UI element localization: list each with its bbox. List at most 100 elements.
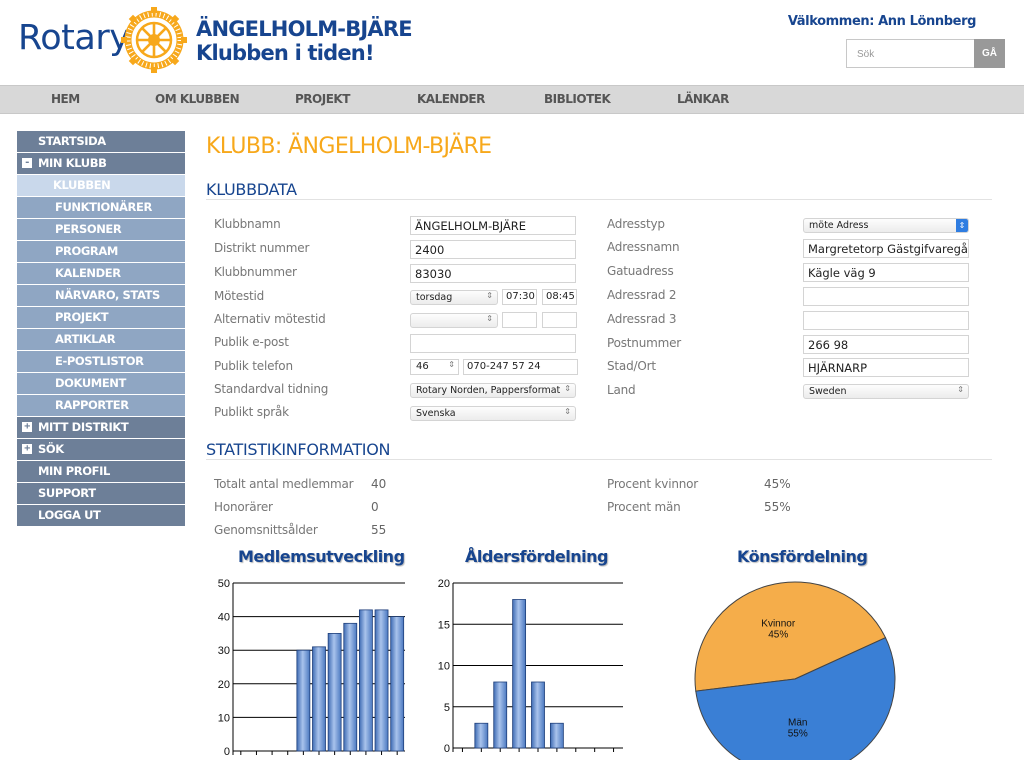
collapse-icon[interactable]: - <box>22 158 32 168</box>
sidebar-item-min-klubb[interactable]: - MIN KLUBB <box>17 153 185 174</box>
y-tick-label: 5 <box>444 702 450 714</box>
postnummer-field[interactable]: 266 98 <box>803 335 969 354</box>
y-tick-label: 0 <box>444 743 450 755</box>
rotary-wheel-icon[interactable] <box>121 7 187 73</box>
label-adressrad3: Adressrad 3 <box>607 312 677 326</box>
expand-icon[interactable]: + <box>22 422 32 432</box>
sidebar-item-logga-ut[interactable]: LOGGA UT <box>17 505 185 526</box>
sidebar-item-rapporter[interactable]: RAPPORTER <box>17 395 185 416</box>
label-motestid: Mötestid <box>214 289 265 303</box>
sidebar-item-funktionarer[interactable]: FUNKTIONÄRER <box>17 197 185 218</box>
chevron-updown-icon: ⇕ <box>957 385 964 394</box>
nav-hem[interactable]: HEM <box>51 92 80 106</box>
expand-icon[interactable]: + <box>22 444 32 454</box>
divider <box>206 199 992 200</box>
klubbnamn-field[interactable]: ÄNGELHOLM-BJÄRE <box>410 216 576 235</box>
epost-field[interactable] <box>410 334 576 353</box>
alt-motes-start-field[interactable] <box>502 312 537 328</box>
label-distrikt: Distrikt nummer <box>214 241 310 255</box>
tel-prefix-select[interactable]: 46 ⇕ <box>410 359 459 375</box>
sidebar-item-startsida[interactable]: STARTSIDA <box>17 131 185 152</box>
nav-kalender[interactable]: KALENDER <box>417 92 485 106</box>
chevron-updown-icon: ⇕ <box>486 314 493 323</box>
search-input[interactable]: Sök <box>846 39 975 68</box>
label-stad: Stad/Ort <box>607 359 656 373</box>
sidebar-item-klubben[interactable]: KLUBBEN <box>17 175 185 196</box>
alt-motesdag-select[interactable]: ⇕ <box>410 313 498 328</box>
label-land: Land <box>607 383 636 397</box>
sidebar-item-program[interactable]: PROGRAM <box>17 241 185 262</box>
nav-bibliotek[interactable]: BIBLIOTEK <box>544 92 611 106</box>
stad-field[interactable]: HJÄRNARP <box>803 358 969 377</box>
pie-chart-konsfordelning: Kvinnor45% Män55% <box>694 581 896 760</box>
side-navigation: STARTSIDA - MIN KLUBB KLUBBEN FUNKTIONÄRE… <box>17 131 185 527</box>
nav-om-klubben[interactable]: OM KLUBBEN <box>155 92 240 106</box>
tidning-select[interactable]: Rotary Norden, Pappersformat ⇕ <box>410 383 576 398</box>
bar <box>327 633 342 752</box>
y-tick-label: 30 <box>218 645 230 657</box>
club-name-heading: ÄNGELHOLM-BJÄRE <box>196 17 413 41</box>
land-select[interactable]: Sweden ⇕ <box>803 384 969 399</box>
sidebar-item-min-profil[interactable]: MIN PROFIL <box>17 461 185 482</box>
label-tidning: Standardval tidning <box>214 382 329 396</box>
nav-lankar[interactable]: LÄNKAR <box>677 92 729 106</box>
sidebar-item-e-postlistor[interactable]: E-POSTLISTOR <box>17 351 185 372</box>
motesdag-select[interactable]: torsdag ⇕ <box>410 290 498 305</box>
chart-title-konsfordelning: Könsfördelning <box>737 547 868 566</box>
search-button[interactable]: GÅ <box>974 39 1005 68</box>
motesdag-value: torsdag <box>416 292 453 303</box>
land-value: Sweden <box>809 386 847 397</box>
value-genomsnittsalder: 55 <box>371 523 387 537</box>
sidebar-item-kalender[interactable]: KALENDER <box>17 263 185 284</box>
sidebar-item-support[interactable]: SUPPORT <box>17 483 185 504</box>
adresstyp-select[interactable]: möte Adress ⇕ <box>803 218 969 233</box>
value-totalt: 40 <box>371 477 387 491</box>
sidebar-item-mitt-distrikt[interactable]: + MITT DISTRIKT <box>17 417 185 438</box>
sidebar-item-sok[interactable]: + SÖK <box>17 439 185 460</box>
sidebar-item-label: MITT DISTRIKT <box>38 420 129 434</box>
telefon-field[interactable]: 070-247 57 24 <box>463 359 578 375</box>
chart-title-medlemsutveckling: Medlemsutveckling <box>238 547 405 566</box>
label-postnummer: Postnummer <box>607 336 682 350</box>
klubbdata-heading: KLUBBDATA <box>206 180 297 199</box>
sidebar-item-dokument[interactable]: DOKUMENT <box>17 373 185 394</box>
adressnamn-field[interactable]: Margretetorp Gästgifvaregård <box>803 239 969 258</box>
chevron-updown-icon: ⇕ <box>448 360 455 369</box>
motes-slut-field[interactable]: 08:45 <box>542 289 577 305</box>
label-genomsnittsalder: Genomsnittsålder <box>214 523 318 537</box>
chevron-updown-icon: ⇕ <box>486 291 493 300</box>
bar <box>359 609 373 752</box>
sidebar-item-artiklar[interactable]: ARTIKLAR <box>17 329 185 350</box>
chevron-updown-icon: ⇕ <box>564 407 571 416</box>
sprak-select[interactable]: Svenska ⇕ <box>410 406 576 421</box>
bar <box>374 609 389 752</box>
label-totalt: Totalt antal medlemmar <box>214 477 354 491</box>
sidebar-item-projekt[interactable]: PROJEKT <box>17 307 185 328</box>
label-klubbnummer: Klubbnummer <box>214 265 297 279</box>
motes-start-field[interactable]: 07:30 <box>502 289 537 305</box>
rotary-logo-text[interactable]: Rotary <box>18 18 130 58</box>
bar <box>474 722 489 749</box>
y-tick-label: 15 <box>438 619 450 631</box>
alt-motes-slut-field[interactable] <box>542 312 577 328</box>
value-procent-man: 55% <box>764 500 791 514</box>
chevron-updown-icon: ⇕ <box>564 384 571 393</box>
adressrad3-field[interactable] <box>803 311 969 330</box>
adressrad2-field[interactable] <box>803 287 969 306</box>
y-tick-label: 40 <box>218 612 230 624</box>
statistik-heading: STATISTIKINFORMATION <box>206 440 391 459</box>
label-adressnamn: Adressnamn <box>607 240 680 254</box>
value-procent-kvinnor: 45% <box>764 477 791 491</box>
y-tick-label: 20 <box>438 578 450 590</box>
gatuadress-field[interactable]: Kägle väg 9 <box>803 263 969 282</box>
klubbnummer-field[interactable]: 83030 <box>410 264 576 283</box>
chart-title-aldersfordelning: Åldersfördelning <box>465 547 608 566</box>
distrikt-field[interactable]: 2400 <box>410 240 576 259</box>
pie-label: Män <box>788 717 807 728</box>
nav-projekt[interactable]: PROJEKT <box>295 92 350 106</box>
sidebar-item-narvaro-stats[interactable]: NÄRVARO, STATS <box>17 285 185 306</box>
y-tick-label: 0 <box>224 746 230 758</box>
y-tick-label: 10 <box>218 712 230 724</box>
sidebar-item-personer[interactable]: PERSONER <box>17 219 185 240</box>
label-alt-motestid: Alternativ mötestid <box>214 312 326 326</box>
